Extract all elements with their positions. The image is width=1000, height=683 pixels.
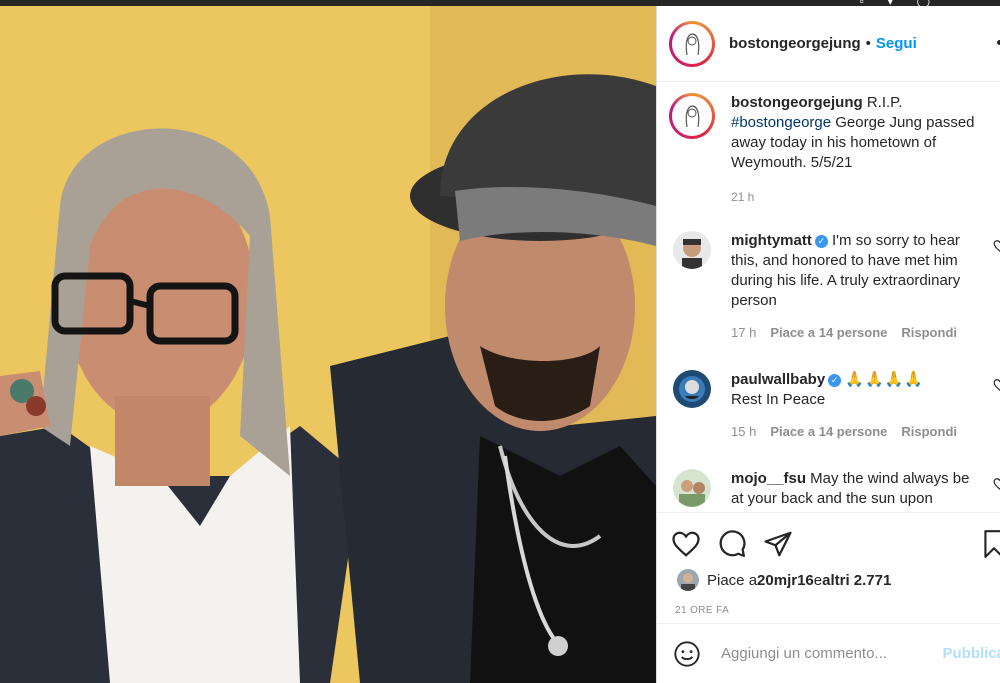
comment-item: mojo__fsu May the wind always be at your…: [669, 469, 1000, 509]
liker-avatar[interactable]: [677, 569, 699, 591]
avatar-photo-icon: [673, 370, 711, 408]
reply-button[interactable]: Rispondi: [901, 422, 957, 442]
post-sidebar: bostongeorgejung • Segui bostongeorgejun…: [656, 6, 1000, 683]
comment-text: Rest In Peace: [731, 391, 826, 408]
comment-avatar[interactable]: [673, 231, 711, 269]
comment-author[interactable]: mojo__fsu: [731, 470, 806, 487]
comment-likes[interactable]: Piace a 14 persone: [770, 323, 887, 343]
comment-avatar[interactable]: [673, 469, 711, 507]
add-comment-bar: Aggiungi un commento... Pubblica: [657, 623, 1000, 683]
comment-meta: 17 h Piace a 14 persone Rispondi: [731, 323, 981, 343]
likes-user[interactable]: 20mjr16: [757, 572, 814, 589]
like-comment-icon[interactable]: [993, 477, 1000, 491]
likes-middle: e: [813, 571, 823, 589]
caption-time[interactable]: 21 h: [731, 187, 993, 207]
comment-bubble-icon[interactable]: [717, 529, 747, 559]
post-photo[interactable]: [0, 6, 656, 683]
verified-badge-icon: ✓: [828, 374, 842, 387]
author-username[interactable]: bostongeorgejung: [729, 35, 861, 52]
caption-author[interactable]: bostongeorgejung: [731, 94, 863, 111]
post-actions: Piace a 20mjr16 e altri 2.771 21 ore fa: [657, 512, 1000, 622]
verified-badge-icon: ✓: [814, 235, 828, 248]
comment-body: mojo__fsu May the wind always be at your…: [731, 469, 981, 509]
comments-list[interactable]: bostongeorgejung R.I.P. #bostongeorge Ge…: [657, 83, 1000, 509]
comment-item: mightymatt ✓ I'm so sorry to hear this, a…: [669, 231, 1000, 343]
praying-hands-emoji: 🙏🙏🙏🙏: [845, 371, 925, 388]
like-comment-icon[interactable]: [993, 378, 1000, 392]
author-avatar[interactable]: [669, 20, 715, 67]
comment-avatar[interactable]: [673, 370, 711, 408]
comment-author[interactable]: mightymatt: [731, 232, 812, 249]
like-heart-icon[interactable]: [671, 529, 701, 559]
comment-input[interactable]: Aggiungi un commento...: [721, 645, 887, 662]
avatar-sketch-icon: [685, 32, 700, 55]
likes-others[interactable]: altri 2.771: [822, 572, 891, 589]
caption-hashtag[interactable]: #bostongeorge: [731, 114, 831, 131]
reply-button[interactable]: Rispondi: [901, 323, 957, 343]
share-direct-icon[interactable]: [763, 529, 793, 559]
caption-text: bostongeorgejung R.I.P. #bostongeorge Ge…: [731, 93, 993, 207]
avatar-photo-icon: [673, 231, 711, 269]
caption-avatar[interactable]: [669, 93, 715, 139]
emoji-smiley-icon[interactable]: [673, 640, 701, 668]
save-bookmark-icon[interactable]: [983, 529, 1000, 559]
caption-text-before: R.I.P.: [862, 94, 903, 111]
comment-body: paulwallbaby ✓ 🙏🙏🙏🙏 Rest In Peace 15 h Pi…: [731, 370, 981, 442]
post-header: bostongeorgejung • Segui: [657, 6, 1000, 82]
photo-illustration: [0, 6, 656, 683]
avatar-photo-icon: [677, 569, 699, 591]
posted-timestamp[interactable]: 21 ore fa: [675, 605, 729, 616]
comment-body: mightymatt ✓ I'm so sorry to hear this, a…: [731, 231, 981, 343]
comment-time[interactable]: 15 h: [731, 422, 756, 442]
publish-button[interactable]: Pubblica: [942, 645, 1000, 662]
comment-author[interactable]: paulwallbaby: [731, 371, 825, 388]
comment-meta: 15 h Piace a 14 persone Rispondi: [731, 422, 981, 442]
likes-summary[interactable]: Piace a 20mjr16 e altri 2.771: [677, 569, 891, 591]
comment-likes[interactable]: Piace a 14 persone: [770, 422, 887, 442]
like-comment-icon[interactable]: [993, 239, 1000, 253]
comment-time[interactable]: 17 h: [731, 323, 756, 343]
caption: bostongeorgejung R.I.P. #bostongeorge Ge…: [669, 93, 999, 207]
avatar-photo-icon: [673, 469, 711, 507]
action-icons: [671, 529, 793, 559]
likes-prefix: Piace a: [707, 571, 758, 589]
follow-button[interactable]: Segui: [876, 35, 917, 52]
separator-dot: •: [865, 35, 871, 52]
avatar-sketch-icon: [685, 105, 700, 128]
comment-item: paulwallbaby ✓ 🙏🙏🙏🙏 Rest In Peace 15 h Pi…: [669, 370, 1000, 442]
